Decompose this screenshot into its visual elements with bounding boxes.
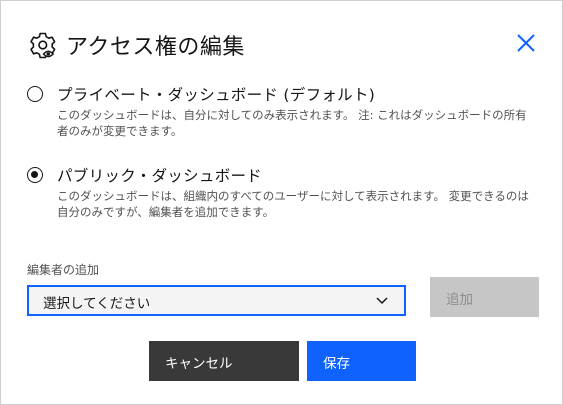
save-button[interactable]: 保存 xyxy=(307,341,416,381)
dialog-title: アクセス権の編集 xyxy=(66,35,245,60)
add-editor-label: 編集者の追加 xyxy=(27,263,100,277)
cancel-button[interactable]: キャンセル xyxy=(149,341,299,381)
private-option-description: このダッシュボードは、自分に対してのみ表示されます。 注: これはダッシュボード… xyxy=(57,108,527,138)
radio-selected-dot xyxy=(31,171,38,178)
editor-select-value: 選択してください xyxy=(43,296,151,312)
private-radio[interactable] xyxy=(27,86,43,102)
public-option-label: パブリック・ダッシュボード xyxy=(57,167,263,185)
chevron-down-icon xyxy=(376,297,388,305)
close-icon xyxy=(517,34,535,52)
close-button[interactable] xyxy=(513,30,539,56)
editor-select[interactable]: 選択してください xyxy=(27,285,406,316)
add-editor-button[interactable]: 追加 xyxy=(430,277,539,317)
gear-eye-icon xyxy=(28,30,58,60)
public-radio[interactable] xyxy=(27,167,43,183)
private-option-label: プライベート・ダッシュボード (デフォルト) xyxy=(57,86,376,104)
edit-access-dialog: アクセス権の編集 プライベート・ダッシュボード (デフォルト) このダッシュボー… xyxy=(0,0,563,405)
public-option-description: このダッシュボードは、組織内のすべてのユーザーに対して表示されます。 変更できる… xyxy=(57,189,529,219)
dialog-header: アクセス権の編集 xyxy=(28,29,245,61)
